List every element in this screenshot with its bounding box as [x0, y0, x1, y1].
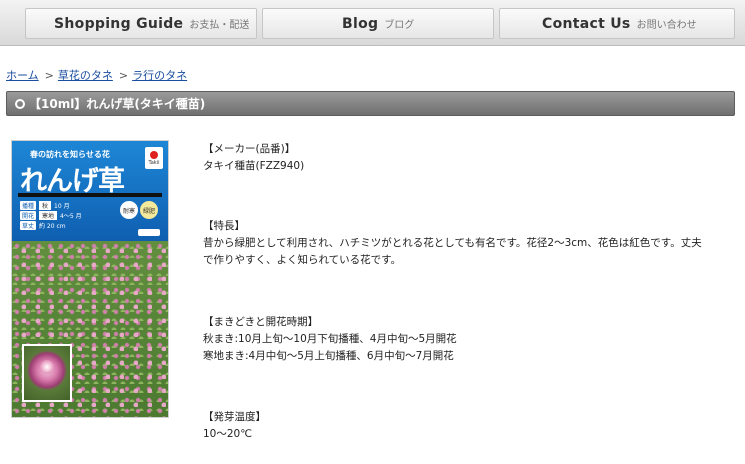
nav-contact-us-label: Contact Us	[542, 15, 631, 32]
product-title: 【10ml】れんげ草(タキイ種苗)	[29, 97, 206, 111]
germination-section: 【発芽温度】 10～20℃	[203, 409, 266, 443]
maker-heading: 【メーカー(品番)】	[203, 143, 296, 155]
package-info-row: 開花 寒地 4～5 月	[20, 210, 82, 220]
nav-shopping-guide-sublabel: お支払・配送	[189, 20, 250, 31]
breadcrumb-separator: >	[118, 68, 129, 82]
maker-section: 【メーカー(品番)】 タキイ種苗(FZZ940)	[203, 141, 304, 175]
package-black-bar	[18, 193, 162, 197]
sowing-heading: 【まきどきと開花時期】	[203, 316, 319, 328]
breadcrumb-category-link[interactable]: 草花のタネ	[58, 67, 113, 83]
nav-contact-us[interactable]: Contact Us お問い合わせ	[499, 8, 735, 39]
package-label-tab	[138, 229, 160, 236]
nav-contact-us-sublabel: お問い合わせ	[636, 20, 697, 31]
product-title-bar: 【10ml】れんげ草(タキイ種苗)	[6, 91, 735, 116]
germination-temperature: 10～20℃	[203, 428, 253, 440]
package-info-row: 草丈 約 20 cm	[20, 220, 66, 230]
package-badge-hardy: 耐寒	[120, 201, 138, 219]
nav-blog-sublabel: ブログ	[384, 20, 415, 31]
sowing-section: 【まきどきと開花時期】 秋まき:10月上旬～10月下旬播種、4月中旬～5月開花 …	[203, 314, 457, 365]
circle-bullet-icon	[15, 98, 25, 109]
nav-blog-label: Blog	[342, 15, 379, 32]
takii-logo-icon: Takii	[145, 147, 163, 169]
sowing-text-line: 寒地まき:4月中旬～5月上旬播種、6月中旬～7月開花	[203, 350, 454, 362]
package-header: 春の訪れを知らせる花 れんげ草 Takii 播種 秋 10 月 開花 寒地 4～…	[12, 141, 168, 241]
product-image[interactable]: 春の訪れを知らせる花 れんげ草 Takii 播種 秋 10 月 開花 寒地 4～…	[11, 140, 169, 418]
package-info-row: 播種 秋 10 月	[20, 200, 70, 210]
breadcrumb-separator: >	[44, 68, 54, 82]
features-text-line: で作りやすく、よく知られている花です。	[203, 254, 402, 266]
features-section: 【特長】 昔から緑肥として利用され、ハチミツがとれる花としても有名です。花径2～…	[203, 218, 733, 269]
features-text-line: 昔から緑肥として利用され、ハチミツがとれる花としても有名です。花径2～3cm、花…	[203, 237, 702, 249]
germination-heading: 【発芽温度】	[203, 411, 266, 423]
breadcrumb-home-link[interactable]: ホーム	[6, 67, 39, 83]
maker-value: タキイ種苗(FZZ940)	[203, 160, 305, 172]
features-heading: 【特長】	[203, 220, 245, 232]
breadcrumb-subcategory-link[interactable]: ラ行のタネ	[132, 67, 187, 83]
flower-closeup-inset	[22, 344, 72, 402]
nav-shopping-guide-label: Shopping Guide	[54, 15, 184, 32]
nav-shopping-guide[interactable]: Shopping Guide お支払・配送	[25, 8, 257, 39]
sowing-text-line: 秋まき:10月上旬～10月下旬播種、4月中旬～5月開花	[203, 333, 457, 345]
package-badge-green-manure: 緑肥	[140, 201, 158, 219]
nav-blog[interactable]: Blog ブログ	[262, 8, 494, 39]
breadcrumb: ホーム > 草花のタネ > ラ行のタネ	[6, 67, 187, 83]
top-navigation: Shopping Guide お支払・配送 Blog ブログ Contact U…	[0, 0, 745, 46]
